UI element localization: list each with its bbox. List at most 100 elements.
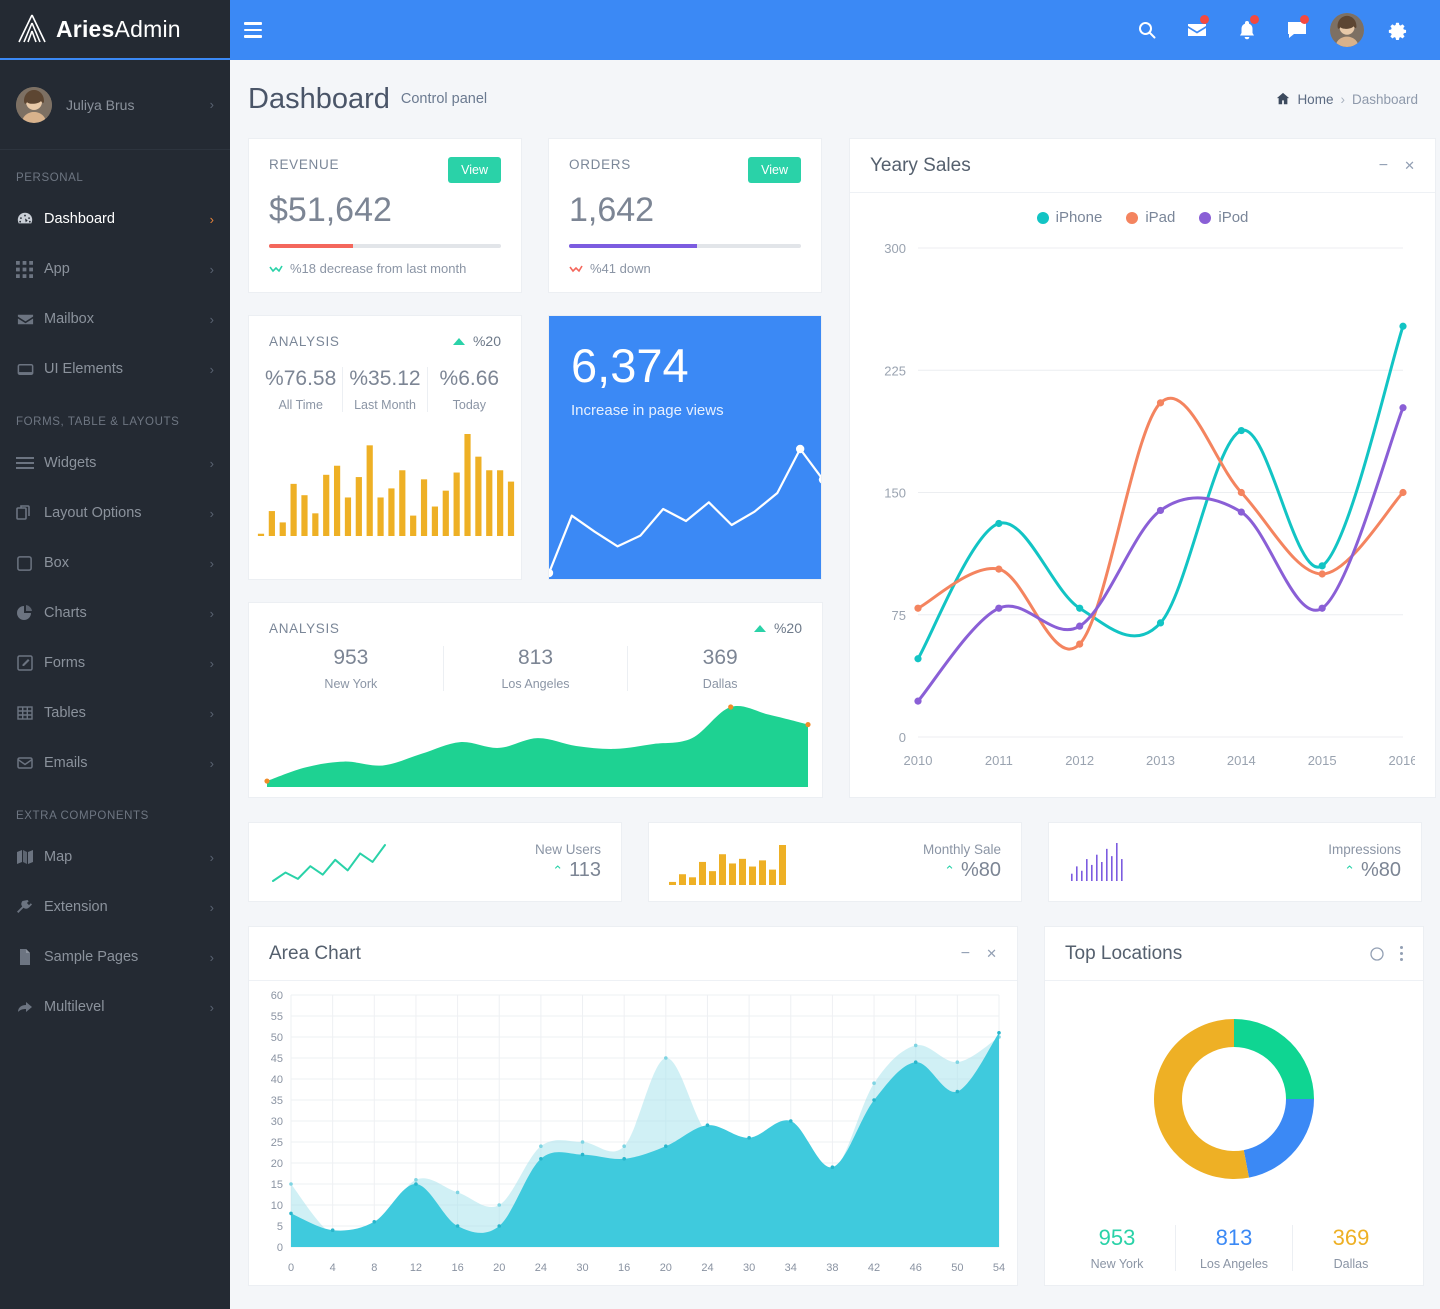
- chevron-right-icon: ›: [209, 849, 214, 865]
- sidebar-item-mailbox[interactable]: Mailbox ›: [0, 294, 230, 344]
- pie-icon: [16, 604, 44, 622]
- sidebar-item-label: Extension: [44, 899, 108, 915]
- legend-item[interactable]: iPod: [1199, 209, 1248, 226]
- plug-icon: [16, 898, 44, 916]
- sidebar-item-tables[interactable]: Tables ›: [0, 688, 230, 738]
- monthly-sale-label: Monthly Sale: [922, 842, 1001, 857]
- new-users-widget[interactable]: New Users ⌃ 113: [248, 822, 622, 902]
- main-area: Dashboard Control panel Home › Dashboard: [230, 0, 1440, 1309]
- hamburger-menu-icon[interactable]: [244, 18, 270, 42]
- analysis-stat-value: %76.58: [265, 367, 337, 390]
- chevron-right-icon: ›: [209, 505, 214, 521]
- minimize-icon[interactable]: −: [961, 945, 970, 963]
- sidebar-item-ui-elements[interactable]: UI Elements ›: [0, 344, 230, 394]
- svg-text:50: 50: [951, 1262, 963, 1274]
- yearly-sales-header: Yeary Sales − ✕: [850, 139, 1435, 193]
- legend-item[interactable]: iPhone: [1036, 209, 1102, 226]
- minimize-icon[interactable]: −: [1379, 157, 1388, 175]
- caret-up-icon: ⌃: [944, 862, 955, 878]
- sidebar-item-box[interactable]: Box ›: [0, 538, 230, 588]
- bell-icon[interactable]: [1222, 0, 1272, 60]
- share-arrow-icon: [16, 998, 44, 1016]
- sidebar-item-label: Map: [44, 849, 73, 865]
- analysis-stat-value: %6.66: [439, 367, 500, 390]
- analysis-stats: %76.58 All Time %35.12 Last Month %6.66 …: [249, 349, 521, 420]
- gear-icon[interactable]: [1372, 0, 1422, 60]
- sidebar-item-label: Layout Options: [44, 505, 142, 521]
- top-locations-tools: [1370, 946, 1403, 961]
- svg-text:60: 60: [271, 990, 283, 1002]
- close-icon[interactable]: ✕: [986, 946, 997, 962]
- chevron-right-icon: ›: [209, 655, 214, 671]
- search-icon[interactable]: [1122, 0, 1172, 60]
- svg-text:150: 150: [884, 486, 906, 501]
- sidebar-item-multilevel[interactable]: Multilevel ›: [0, 982, 230, 1032]
- impressions-widget[interactable]: Impressions ⌃ %80: [1048, 822, 1422, 902]
- sidebar-item-extension[interactable]: Extension ›: [0, 882, 230, 932]
- chevron-right-icon: ›: [209, 261, 214, 277]
- close-icon[interactable]: ✕: [1404, 158, 1415, 174]
- analysis-area-chart: [264, 704, 811, 787]
- list-icon: [16, 454, 44, 472]
- svg-text:24: 24: [701, 1262, 713, 1274]
- sidebar-item-widgets[interactable]: Widgets ›: [0, 438, 230, 488]
- dashboard-icon: [16, 210, 44, 228]
- analysis-pageviews-row: ANALYSIS %20 %76.58 All Time %35.12 Last…: [248, 315, 823, 580]
- sidebar-item-dashboard[interactable]: Dashboard ›: [0, 194, 230, 244]
- chevron-right-icon: ›: [209, 211, 214, 227]
- svg-text:45: 45: [271, 1053, 283, 1065]
- sidebar-item-sample-pages[interactable]: Sample Pages ›: [0, 932, 230, 982]
- sidebar-item-charts[interactable]: Charts ›: [0, 588, 230, 638]
- svg-text:38: 38: [826, 1262, 838, 1274]
- breadcrumb-current: Dashboard: [1351, 91, 1418, 107]
- svg-text:20: 20: [271, 1158, 283, 1170]
- monthly-sale-widget[interactable]: Monthly Sale ⌃ %80: [648, 822, 1022, 902]
- caret-up-icon: ⌃: [1344, 862, 1355, 878]
- svg-text:300: 300: [884, 241, 906, 256]
- envelope-icon[interactable]: [1172, 0, 1222, 60]
- location-stat-cell: 813 Los Angeles: [444, 646, 629, 691]
- breadcrumb-home[interactable]: Home: [1297, 92, 1333, 107]
- revenue-card-header: REVENUE View: [269, 157, 501, 183]
- chevron-right-icon: ›: [209, 605, 214, 621]
- chevron-right-icon: ›: [209, 705, 214, 721]
- brand-bold: Aries: [56, 15, 115, 42]
- sidebar-item-map[interactable]: Map ›: [0, 832, 230, 882]
- user-avatar-button[interactable]: [1322, 0, 1372, 60]
- triangle-up-icon: [753, 624, 766, 632]
- svg-text:42: 42: [868, 1262, 880, 1274]
- circle-icon[interactable]: [1370, 946, 1384, 961]
- orders-view-button[interactable]: View: [748, 157, 801, 183]
- envelope-icon: [16, 310, 44, 329]
- location-stat-cell: 953 New York: [259, 646, 444, 691]
- sidebar-item-forms[interactable]: Forms ›: [0, 638, 230, 688]
- brand-logo-area[interactable]: AriesAdmin: [0, 0, 230, 60]
- yearly-sales-tools: − ✕: [1379, 157, 1415, 175]
- sidebar-item-app[interactable]: App ›: [0, 244, 230, 294]
- top-location-caption: Dallas: [1333, 1257, 1369, 1271]
- comment-icon[interactable]: [1272, 0, 1322, 60]
- revenue-view-button[interactable]: View: [448, 157, 501, 183]
- area-chart-tools: − ✕: [961, 945, 997, 963]
- top-locations-header: Top Locations: [1045, 927, 1423, 981]
- aries-logo-icon: [14, 11, 50, 47]
- top-location-value: 369: [1332, 1225, 1370, 1250]
- location-stat-value: 953: [333, 646, 369, 669]
- analysis-card-header: ANALYSIS %20: [249, 316, 521, 349]
- svg-text:50: 50: [271, 1032, 283, 1044]
- revenue-progress: [269, 244, 501, 248]
- bell-badge: [1250, 15, 1259, 24]
- kebab-icon[interactable]: [1400, 946, 1403, 961]
- legend-item[interactable]: iPad: [1126, 209, 1175, 226]
- top-location-value: 953: [1098, 1225, 1136, 1250]
- impressions-value-row: ⌃ %80: [1328, 859, 1401, 882]
- sidebar-profile[interactable]: Juliya Brus ›: [0, 60, 230, 150]
- sidebar-item-emails[interactable]: Emails ›: [0, 738, 230, 788]
- avatar: [16, 86, 52, 123]
- sidebar-item-layout-options[interactable]: Layout Options ›: [0, 488, 230, 538]
- chevron-right-icon: ›: [209, 949, 214, 965]
- page-title: Dashboard: [248, 82, 390, 115]
- svg-text:30: 30: [743, 1262, 755, 1274]
- top-location-cell: 813 Los Angeles: [1176, 1225, 1293, 1271]
- top-location-cell: 953 New York: [1059, 1225, 1176, 1271]
